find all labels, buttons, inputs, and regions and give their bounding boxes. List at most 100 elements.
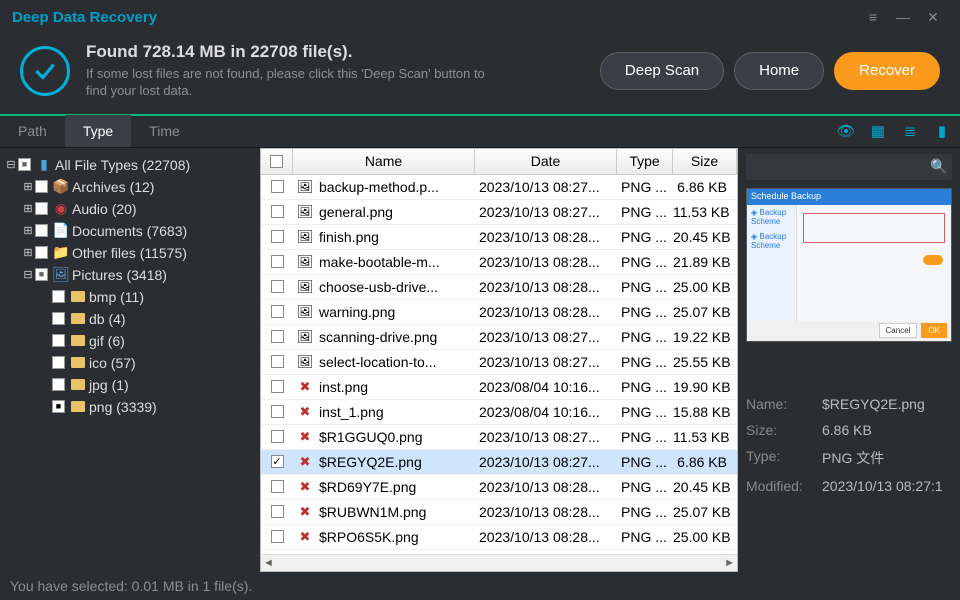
file-row[interactable]: 🖼make-bootable-m...2023/10/13 08:28...PN… — [261, 250, 737, 275]
tree-checkbox[interactable] — [35, 202, 48, 215]
file-row[interactable]: ✖$RPO6S5K.png2023/10/13 08:28...PNG ...2… — [261, 525, 737, 550]
tab-path[interactable]: Path — [0, 115, 65, 147]
file-size: 20.45 KB — [673, 229, 737, 245]
file-metadata: Name:$REGYQ2E.png Size:6.86 KB Type:PNG … — [746, 396, 952, 504]
search-icon[interactable]: 🔍 — [930, 158, 947, 175]
recover-button[interactable]: Recover — [834, 52, 940, 90]
file-date: 2023/08/04 10:16... — [475, 404, 617, 420]
file-row[interactable]: ✖inst_1.png2023/08/04 10:16...PNG ...15.… — [261, 400, 737, 425]
file-row[interactable]: 🖼warning.png2023/10/13 08:28...PNG ...25… — [261, 300, 737, 325]
file-checkbox[interactable] — [271, 330, 284, 343]
file-checkbox[interactable] — [271, 480, 284, 493]
tree-checkbox[interactable] — [35, 224, 48, 237]
column-name[interactable]: Name — [293, 149, 475, 174]
tree-checkbox[interactable] — [35, 268, 48, 281]
expand-icon[interactable]: ⊞ — [21, 180, 35, 193]
tree-other[interactable]: ⊞📁Other files (11575) — [21, 242, 256, 264]
search-row[interactable]: 🔍 — [746, 154, 952, 180]
file-row[interactable]: ✖$R1GGUQ0.png2023/10/13 08:27...PNG ...1… — [261, 425, 737, 450]
tree-checkbox[interactable] — [52, 334, 65, 347]
close-icon[interactable]: ✕ — [918, 2, 948, 32]
file-row[interactable]: ✖$REGYQ2E.png2023/10/13 08:27...PNG ...6… — [261, 450, 737, 475]
tree-pictures[interactable]: ⊟🖼Pictures (3418) — [21, 264, 256, 286]
file-checkbox[interactable] — [271, 180, 284, 193]
file-row[interactable]: ✖inst.png2023/08/04 10:16...PNG ...19.90… — [261, 375, 737, 400]
tree-db[interactable]: db (4) — [38, 308, 256, 330]
deep-scan-button[interactable]: Deep Scan — [600, 52, 724, 90]
select-all-checkbox[interactable] — [270, 155, 283, 168]
tree-checkbox[interactable] — [52, 290, 65, 303]
home-button[interactable]: Home — [734, 52, 824, 90]
tree-checkbox[interactable] — [52, 378, 65, 391]
tree-jpg[interactable]: jpg (1) — [38, 374, 256, 396]
tree-checkbox[interactable] — [52, 312, 65, 325]
tree-bmp[interactable]: bmp (11) — [38, 286, 256, 308]
file-checkbox[interactable] — [271, 255, 284, 268]
image-icon: 🖼 — [297, 354, 313, 370]
file-row[interactable]: 🖼select-location-to...2023/10/13 08:27..… — [261, 350, 737, 375]
tree-gif[interactable]: gif (6) — [38, 330, 256, 352]
broken-image-icon: ✖ — [297, 504, 313, 520]
tree-root[interactable]: ⊟ ▮ All File Types (22708) — [4, 154, 256, 176]
scroll-right-icon[interactable]: ► — [724, 557, 735, 569]
file-checkbox[interactable] — [271, 380, 284, 393]
column-type[interactable]: Type — [617, 149, 673, 174]
tree-checkbox[interactable] — [35, 180, 48, 193]
tree-documents[interactable]: ⊞📄Documents (7683) — [21, 220, 256, 242]
scan-header: Found 728.14 MB in 22708 file(s). If som… — [0, 34, 960, 116]
tree-audio[interactable]: ⊞◉Audio (20) — [21, 198, 256, 220]
file-checkbox[interactable] — [271, 455, 284, 468]
grid-view-icon[interactable]: ▦ — [864, 117, 892, 145]
minimize-icon[interactable]: — — [888, 2, 918, 32]
file-type: PNG ... — [617, 354, 673, 370]
file-checkbox[interactable] — [271, 405, 284, 418]
file-row[interactable]: 🖼backup-method.p...2023/10/13 08:27...PN… — [261, 175, 737, 200]
file-checkbox[interactable] — [271, 205, 284, 218]
collapse-icon[interactable]: ⊟ — [21, 268, 35, 281]
file-checkbox[interactable] — [271, 230, 284, 243]
file-row[interactable]: ✖$RUBWN1M.png2023/10/13 08:28...PNG ...2… — [261, 500, 737, 525]
tree-png[interactable]: png (3339) — [38, 396, 256, 418]
found-summary: Found 728.14 MB in 22708 file(s). — [86, 42, 486, 62]
scroll-left-icon[interactable]: ◄ — [263, 557, 274, 569]
list-view-icon[interactable]: ≣ — [896, 117, 924, 145]
meta-type-key: Type: — [746, 448, 822, 468]
file-date: 2023/10/13 08:27... — [475, 179, 617, 195]
file-checkbox[interactable] — [271, 305, 284, 318]
broken-image-icon: ✖ — [297, 379, 313, 395]
search-input[interactable] — [754, 159, 930, 174]
menu-icon[interactable]: ≡ — [858, 2, 888, 32]
tree-label: ico (57) — [89, 355, 136, 371]
file-checkbox[interactable] — [271, 430, 284, 443]
column-size[interactable]: Size — [673, 149, 737, 174]
file-row[interactable]: 🖼finish.png2023/10/13 08:28...PNG ...20.… — [261, 225, 737, 250]
tree-checkbox[interactable] — [52, 356, 65, 369]
horizontal-scrollbar[interactable]: ◄► — [261, 554, 737, 571]
expand-icon[interactable]: ⊞ — [21, 246, 35, 259]
collapse-icon[interactable]: ⊟ — [4, 158, 18, 171]
file-checkbox[interactable] — [271, 355, 284, 368]
tree-ico[interactable]: ico (57) — [38, 352, 256, 374]
check-circle-icon — [20, 46, 70, 96]
tree-checkbox[interactable] — [52, 400, 65, 413]
column-date[interactable]: Date — [475, 149, 617, 174]
file-row[interactable]: 🖼general.png2023/10/13 08:27...PNG ...11… — [261, 200, 737, 225]
file-checkbox[interactable] — [271, 530, 284, 543]
tree-checkbox[interactable] — [18, 158, 31, 171]
file-row[interactable]: ✖$RD69Y7E.png2023/10/13 08:28...PNG ...2… — [261, 475, 737, 500]
tree-checkbox[interactable] — [35, 246, 48, 259]
expand-icon[interactable]: ⊞ — [21, 224, 35, 237]
file-row[interactable]: 🖼scanning-drive.png2023/10/13 08:27...PN… — [261, 325, 737, 350]
detail-view-icon[interactable]: ▮ — [928, 117, 956, 145]
tab-type[interactable]: Type — [65, 115, 131, 147]
preview-icon[interactable]: 👁 — [832, 117, 860, 145]
selection-status: You have selected: 0.01 MB in 1 file(s). — [10, 578, 252, 594]
tree-label: Documents (7683) — [72, 223, 187, 239]
tab-time[interactable]: Time — [131, 115, 198, 147]
tree-archives[interactable]: ⊞📦Archives (12) — [21, 176, 256, 198]
expand-icon[interactable]: ⊞ — [21, 202, 35, 215]
file-row[interactable]: 🖼choose-usb-drive...2023/10/13 08:28...P… — [261, 275, 737, 300]
file-type-tree[interactable]: ⊟ ▮ All File Types (22708) ⊞📦Archives (1… — [0, 148, 260, 572]
file-checkbox[interactable] — [271, 505, 284, 518]
file-checkbox[interactable] — [271, 280, 284, 293]
